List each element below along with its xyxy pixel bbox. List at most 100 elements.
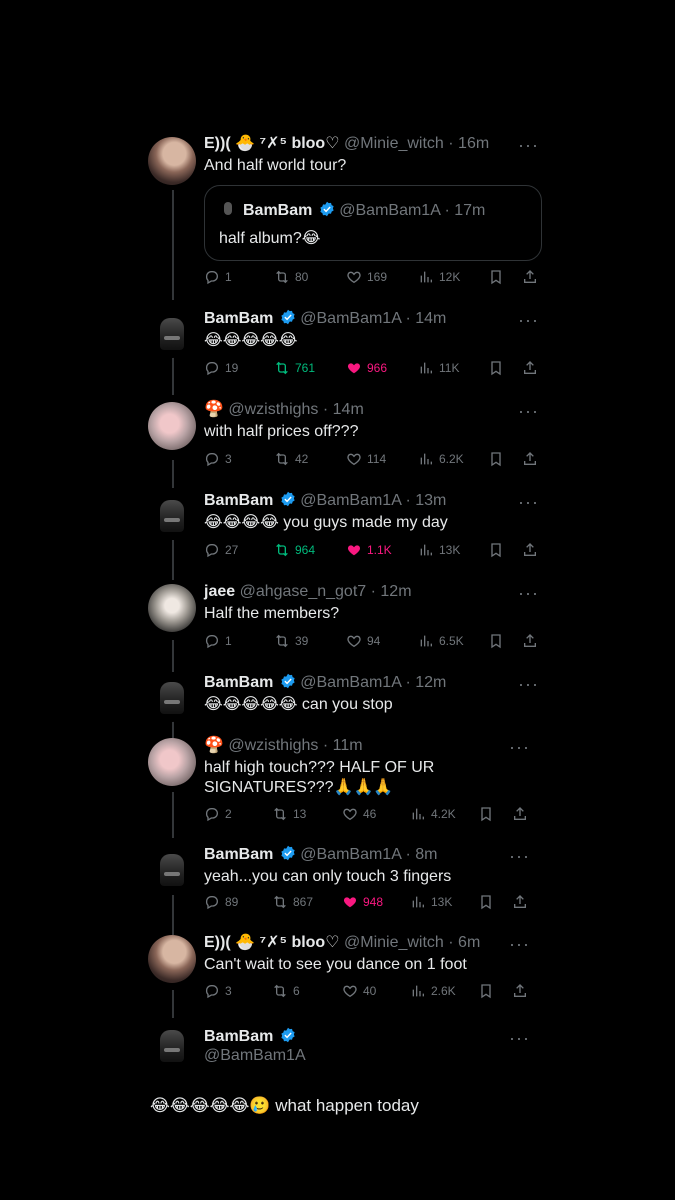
handle[interactable]: @BamBam1A — [300, 310, 401, 327]
like-button[interactable]: 1.1K — [346, 540, 392, 560]
share-button[interactable] — [512, 981, 528, 1001]
more-icon[interactable]: ··· — [509, 935, 530, 953]
more-icon[interactable]: ··· — [518, 584, 539, 602]
display-name[interactable]: BamBam — [204, 674, 273, 691]
share-button[interactable] — [522, 449, 538, 469]
retweet-button[interactable]: 39 — [274, 631, 308, 651]
bookmark-button[interactable] — [478, 981, 494, 1001]
timestamp[interactable]: 14m — [333, 401, 364, 418]
like-button[interactable]: 948 — [342, 892, 383, 912]
share-button[interactable] — [512, 804, 528, 824]
views-button[interactable]: 6.5K — [418, 631, 464, 651]
bookmark-button[interactable] — [488, 540, 504, 560]
timestamp[interactable]: 13m — [415, 492, 446, 509]
reply-button[interactable]: 89 — [204, 892, 238, 912]
timestamp[interactable]: 11m — [333, 737, 363, 754]
like-button[interactable]: 966 — [346, 358, 387, 378]
display-name[interactable]: 🍄 — [204, 401, 224, 418]
avatar[interactable] — [148, 935, 196, 983]
timestamp[interactable]: 12m — [415, 674, 446, 691]
bookmark-button[interactable] — [488, 631, 504, 651]
views-button[interactable]: 13K — [418, 540, 460, 560]
display-name[interactable]: jaee — [204, 583, 235, 600]
timestamp[interactable]: 16m — [458, 135, 489, 152]
avatar[interactable] — [148, 584, 196, 632]
views-button[interactable]: 13K — [410, 892, 452, 912]
avatar[interactable] — [148, 492, 196, 540]
reply-button[interactable]: 3 — [204, 449, 232, 469]
more-icon[interactable]: ··· — [518, 493, 539, 511]
reply-button[interactable]: 27 — [204, 540, 238, 560]
views-button[interactable]: 11K — [418, 358, 459, 378]
retweet-button[interactable]: 80 — [274, 267, 308, 287]
share-button[interactable] — [522, 267, 538, 287]
bookmark-button[interactable] — [478, 804, 494, 824]
display-name[interactable]: BamBam — [204, 492, 273, 509]
timestamp[interactable]: 12m — [380, 583, 411, 600]
display-name[interactable]: BamBam — [204, 310, 273, 327]
avatar[interactable] — [148, 402, 196, 450]
retweet-icon — [274, 984, 286, 998]
bookmark-button[interactable] — [488, 449, 504, 469]
retweet-icon — [276, 634, 288, 648]
retweet-button[interactable]: 13 — [272, 804, 306, 824]
share-button[interactable] — [522, 540, 538, 560]
handle[interactable]: @ahgase_n_got7 — [240, 583, 367, 600]
handle[interactable]: @Minie_witch — [344, 135, 444, 152]
like-button[interactable]: 94 — [346, 631, 380, 651]
more-icon[interactable]: ··· — [518, 311, 539, 329]
avatar[interactable] — [148, 738, 196, 786]
like-button[interactable]: 40 — [342, 981, 376, 1001]
share-button[interactable] — [522, 358, 538, 378]
share-button[interactable] — [522, 631, 538, 651]
bookmark-button[interactable] — [488, 358, 504, 378]
avatar[interactable] — [148, 137, 196, 185]
more-icon[interactable]: ··· — [518, 675, 539, 693]
bookmark-button[interactable] — [478, 892, 494, 912]
handle[interactable]: @BamBam1A — [204, 1047, 306, 1065]
reply-button[interactable]: 1 — [204, 631, 232, 651]
display-name[interactable]: BamBam — [204, 1028, 273, 1045]
avatar[interactable] — [148, 1022, 196, 1070]
handle[interactable]: @BamBam1A — [300, 674, 401, 691]
display-name[interactable]: 🍄 — [204, 737, 224, 754]
handle[interactable]: @Minie_witch — [344, 934, 444, 951]
retweet-button[interactable]: 6 — [272, 981, 300, 1001]
timestamp[interactable]: 14m — [415, 310, 446, 327]
share-button[interactable] — [512, 892, 528, 912]
handle[interactable]: @wzisthighs — [228, 401, 318, 418]
display-name[interactable]: E))( 🐣 ⁷✗⁵ bloo♡ — [204, 135, 340, 152]
more-icon[interactable]: ··· — [518, 402, 539, 420]
more-icon[interactable]: ··· — [509, 738, 530, 756]
reply-button[interactable]: 1 — [204, 267, 232, 287]
more-icon[interactable]: ··· — [518, 136, 539, 154]
timestamp[interactable]: 6m — [458, 934, 480, 951]
reply-button[interactable]: 19 — [204, 358, 238, 378]
quoted-tweet[interactable]: BamBam @BamBam1A · 17m half album?😂 — [204, 185, 542, 261]
reply-button[interactable]: 2 — [204, 804, 232, 824]
views-button[interactable]: 12K — [418, 267, 460, 287]
views-button[interactable]: 6.2K — [418, 449, 464, 469]
like-button[interactable]: 169 — [346, 267, 387, 287]
handle[interactable]: @BamBam1A — [300, 492, 401, 509]
retweet-button[interactable]: 867 — [272, 892, 313, 912]
bookmark-button[interactable] — [488, 267, 504, 287]
like-button[interactable]: 46 — [342, 804, 376, 824]
retweet-button[interactable]: 42 — [274, 449, 308, 469]
more-icon[interactable]: ··· — [509, 847, 530, 865]
handle[interactable]: @wzisthighs — [228, 737, 318, 754]
more-icon[interactable]: ··· — [509, 1029, 530, 1047]
views-button[interactable]: 2.6K — [410, 981, 456, 1001]
avatar[interactable] — [148, 846, 196, 894]
reply-button[interactable]: 3 — [204, 981, 232, 1001]
views-button[interactable]: 4.2K — [410, 804, 456, 824]
timestamp[interactable]: 8m — [415, 846, 437, 863]
retweet-button[interactable]: 761 — [274, 358, 315, 378]
handle[interactable]: @BamBam1A — [300, 846, 401, 863]
like-button[interactable]: 114 — [346, 449, 386, 469]
avatar[interactable] — [148, 674, 196, 722]
display-name[interactable]: BamBam — [204, 846, 273, 863]
retweet-button[interactable]: 964 — [274, 540, 315, 560]
display-name[interactable]: E))( 🐣 ⁷✗⁵ bloo♡ — [204, 934, 340, 951]
avatar[interactable] — [148, 310, 196, 358]
